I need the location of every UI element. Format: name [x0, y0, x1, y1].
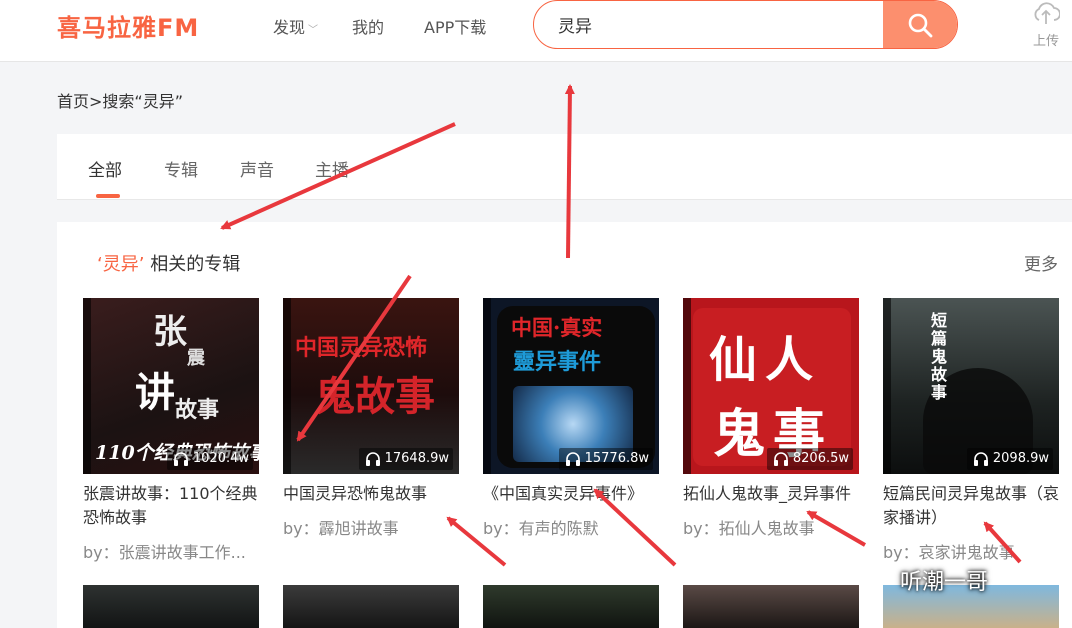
album-card[interactable]: 中国灵异恐怖 鬼故事 17648.9w 中国灵异恐怖鬼故事 by：霹旭讲故事: [283, 298, 459, 539]
album-cover[interactable]: 中国灵异恐怖 鬼故事 17648.9w: [283, 298, 459, 474]
cloud-upload-icon: [1034, 2, 1060, 24]
nav-app-download[interactable]: APP下载: [424, 14, 486, 38]
search-input[interactable]: [534, 1, 884, 48]
play-count-value: 8206.5w: [792, 451, 849, 466]
watermark: 听潮一哥: [900, 570, 989, 595]
play-count-value: 15776.8w: [584, 451, 649, 466]
upload-button[interactable]: 上传: [1026, 0, 1066, 50]
play-count-value: 17648.9w: [384, 451, 449, 466]
album-card[interactable]: 仙人 鬼事 8206.5w 拓仙人鬼故事_灵异事件 by：拓仙人鬼故事: [683, 298, 859, 539]
album-cover-partial[interactable]: [683, 585, 859, 628]
cover-text: 鬼故事: [315, 373, 435, 420]
album-title[interactable]: 拓仙人鬼故事_灵异事件: [683, 482, 863, 506]
cover-text: 讲: [135, 369, 175, 416]
more-link[interactable]: 更多: [1024, 250, 1058, 275]
album-cover-partial[interactable]: [483, 585, 659, 628]
active-tab-indicator: [96, 194, 120, 198]
section-title-suffix: 相关的专辑: [150, 254, 241, 275]
album-card[interactable]: 中国·真实 靈异事件 15776.8w 《中国真实灵异事件》 by：有声的陈默: [483, 298, 659, 539]
play-count: 15776.8w: [558, 448, 653, 470]
play-count: 8206.5w: [766, 448, 853, 470]
album-author[interactable]: by：张震讲故事工作...: [83, 539, 263, 563]
cover-spine: [483, 298, 491, 474]
headphones-icon: [773, 452, 788, 466]
album-author[interactable]: by：有声的陈默: [483, 515, 663, 539]
search-icon: [908, 13, 933, 37]
album-title[interactable]: 《中国真实灵异事件》: [483, 482, 663, 506]
search-box: [533, 0, 958, 49]
upload-label: 上传: [1032, 34, 1059, 49]
search-tabs: 全部 专辑 声音 主播: [57, 134, 1072, 200]
cover-spine: [283, 298, 291, 474]
chevron-down-icon: ﹀: [308, 25, 319, 36]
album-cover-partial[interactable]: [83, 585, 259, 628]
cover-text: 张: [153, 312, 187, 352]
top-header: 喜马拉雅FM 发现﹀ 我的 APP下载 上传: [0, 0, 1072, 62]
album-title[interactable]: 中国灵异恐怖鬼故事: [283, 482, 463, 506]
play-count: 17648.9w: [358, 448, 453, 470]
headphones-icon: [565, 452, 580, 466]
cover-text: 短篇鬼故事: [931, 311, 948, 402]
tab-anchor[interactable]: 主播: [315, 156, 349, 181]
play-count: 2098.9w: [966, 448, 1053, 470]
breadcrumb-current: 搜索“灵异”: [102, 92, 184, 111]
album-author[interactable]: by：哀家讲鬼故事: [883, 539, 1063, 563]
album-card[interactable]: 张 震 讲 故事 110个经典恐怖故事 1020.4w 张震讲故事：110个经典…: [83, 298, 259, 563]
album-title[interactable]: 张震讲故事：110个经典恐怖故事: [83, 482, 263, 530]
album-cover-partial[interactable]: [283, 585, 459, 628]
album-cover[interactable]: 仙人 鬼事 8206.5w: [683, 298, 859, 474]
section-title: ‘灵异’ 相关的专辑: [97, 250, 240, 276]
tab-album[interactable]: 专辑: [164, 156, 198, 181]
nav-discover[interactable]: 发现 ﹀: [273, 14, 318, 38]
cover-spine: [883, 298, 891, 474]
breadcrumb-separator: >: [89, 92, 103, 111]
headphones-icon: [365, 452, 380, 466]
tab-sound[interactable]: 声音: [240, 156, 274, 181]
cover-spine: [83, 298, 91, 474]
site-logo[interactable]: 喜马拉雅FM: [57, 8, 199, 43]
breadcrumb: 首页>搜索“灵异”: [57, 88, 183, 112]
cover-text: 中国·真实: [511, 315, 603, 340]
play-count: 1020.4w: [166, 448, 253, 470]
album-card[interactable]: 短篇鬼故事 2098.9w 短篇民间灵异鬼故事（哀家播讲） by：哀家讲鬼故事: [883, 298, 1059, 563]
album-title[interactable]: 短篇民间灵异鬼故事（哀家播讲）: [883, 482, 1063, 530]
headphones-icon: [173, 452, 188, 466]
cover-text: 靈异事件: [513, 349, 602, 375]
album-cover[interactable]: 短篇鬼故事 2098.9w: [883, 298, 1059, 474]
cover-text: 故事: [175, 397, 220, 423]
headphones-icon: [973, 452, 988, 466]
play-count-value: 1020.4w: [192, 451, 249, 466]
nav-discover-label: 发现: [273, 18, 306, 37]
cover-spine: [683, 298, 691, 474]
breadcrumb-home[interactable]: 首页: [57, 92, 89, 111]
album-cover[interactable]: 张 震 讲 故事 110个经典恐怖故事 1020.4w: [83, 298, 259, 474]
cover-text: 仙人: [709, 332, 822, 388]
section-quote-close: ’: [138, 254, 145, 275]
album-author[interactable]: by：霹旭讲故事: [283, 515, 463, 539]
nav-mine[interactable]: 我的: [352, 14, 384, 38]
album-cover[interactable]: 中国·真实 靈异事件 15776.8w: [483, 298, 659, 474]
cover-text: 震: [187, 348, 205, 369]
tab-all[interactable]: 全部: [88, 156, 122, 181]
cover-text: 中国灵异恐怖: [295, 335, 428, 361]
search-button[interactable]: [883, 1, 957, 48]
album-author[interactable]: by：拓仙人鬼故事: [683, 515, 863, 539]
play-count-value: 2098.9w: [992, 451, 1049, 466]
section-keyword: 灵异: [102, 254, 139, 275]
